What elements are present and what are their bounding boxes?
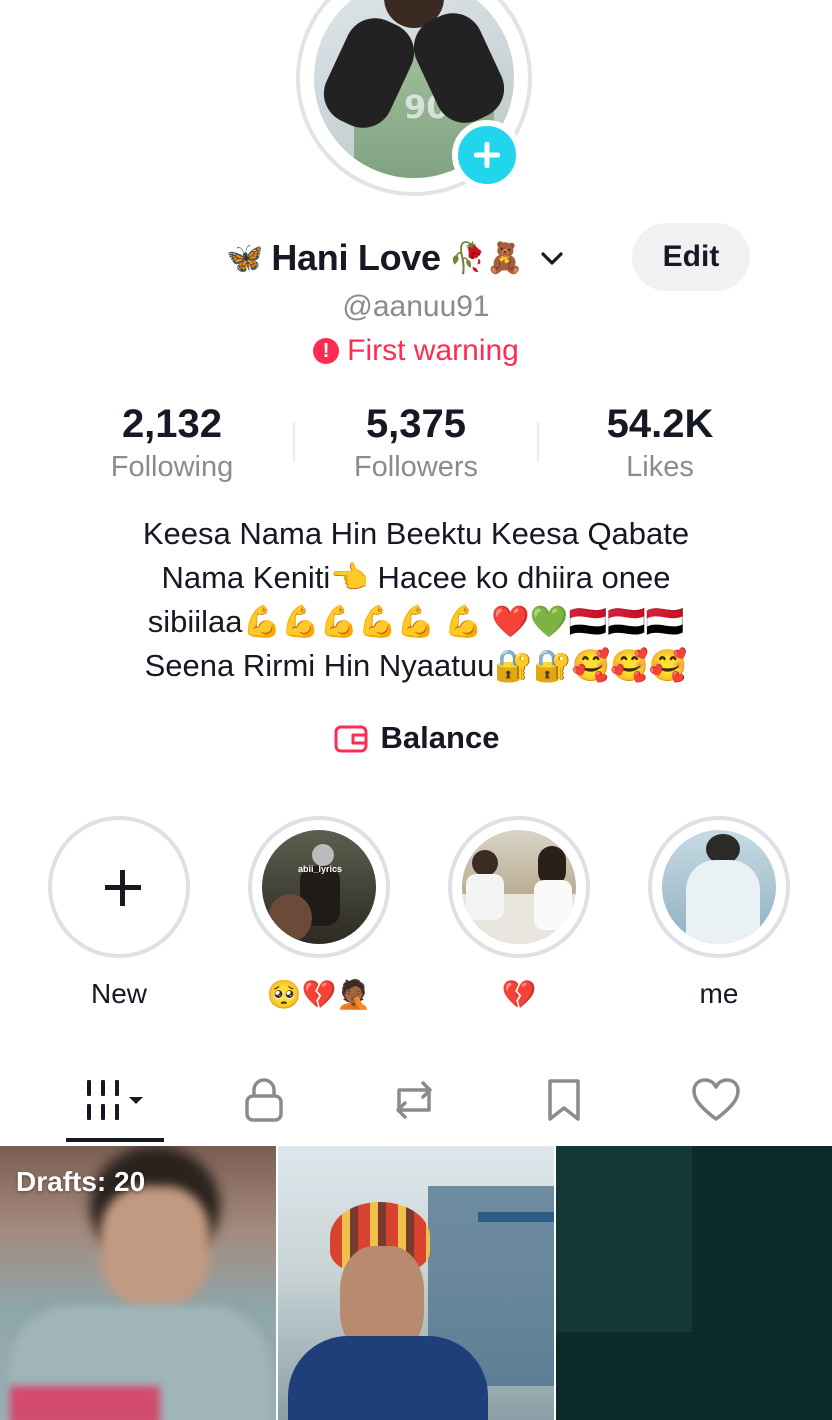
divider (293, 422, 295, 462)
stat-likes[interactable]: 54.2K Likes (540, 402, 780, 484)
bookmark-icon (548, 1079, 580, 1121)
tab-reposts[interactable] (364, 1070, 464, 1130)
highlight-label: me (699, 978, 739, 1009)
stat-value: 2,132 (121, 402, 223, 446)
active-tab-indicator (66, 1138, 164, 1142)
chevron-down-icon[interactable] (537, 243, 567, 273)
lock-icon (245, 1078, 283, 1122)
highlight-item[interactable] (448, 816, 590, 958)
grid-bars-icon (87, 1080, 143, 1120)
highlight-label: New (90, 978, 147, 1009)
highlight-label: 🥺💔🤦🏾 (266, 979, 372, 1010)
stat-value: 5,375 (365, 402, 467, 446)
stat-value: 54.2K (606, 402, 714, 446)
heart-icon (692, 1078, 740, 1121)
stat-label: Followers (353, 451, 479, 483)
drafts-count: Drafts: 20 (16, 1166, 146, 1197)
tab-favorites[interactable] (514, 1070, 614, 1130)
display-name-row[interactable]: 🦋 Hani Love 🥀🧸 (226, 232, 567, 284)
draft-video-tile[interactable]: Drafts: 20 (0, 1146, 276, 1420)
username: @aanuu91 (342, 290, 490, 323)
wallet-icon (334, 725, 368, 753)
divider (537, 422, 539, 462)
name-suffix-emoji: 🥀🧸 (448, 240, 524, 276)
warning-text: First warning (347, 334, 519, 367)
new-highlight-button[interactable] (48, 816, 190, 958)
stat-followers[interactable]: 5,375 Followers (296, 402, 536, 484)
highlight-label: 💔 (501, 979, 537, 1010)
display-name: Hani Love (271, 237, 441, 278)
warning-notice[interactable]: ! First warning (0, 334, 832, 368)
highlight-overlay-text: abii_lyrics (298, 864, 343, 874)
plus-icon (474, 142, 500, 168)
stat-label: Following (110, 451, 234, 483)
stat-following[interactable]: 2,132 Following (52, 402, 292, 484)
edit-profile-button[interactable]: Edit (632, 223, 750, 291)
bio: Keesa Nama Hin Beektu Keesa Qabate Nama … (142, 516, 690, 683)
tab-private[interactable] (214, 1070, 314, 1130)
repost-icon (396, 1081, 432, 1119)
video-tile[interactable] (556, 1146, 832, 1420)
balance-button[interactable]: Balance (0, 720, 832, 756)
tab-liked[interactable] (666, 1070, 766, 1130)
highlight-item[interactable] (648, 816, 790, 958)
balance-label: Balance (380, 720, 500, 755)
highlight-item[interactable]: abii_lyrics (248, 816, 390, 958)
video-tile[interactable] (278, 1146, 554, 1420)
add-story-button[interactable] (452, 120, 522, 190)
tab-videos[interactable] (66, 1070, 166, 1130)
name-prefix-emoji: 🦋 (226, 240, 264, 276)
stat-label: Likes (626, 451, 694, 483)
warning-icon: ! (313, 338, 340, 364)
